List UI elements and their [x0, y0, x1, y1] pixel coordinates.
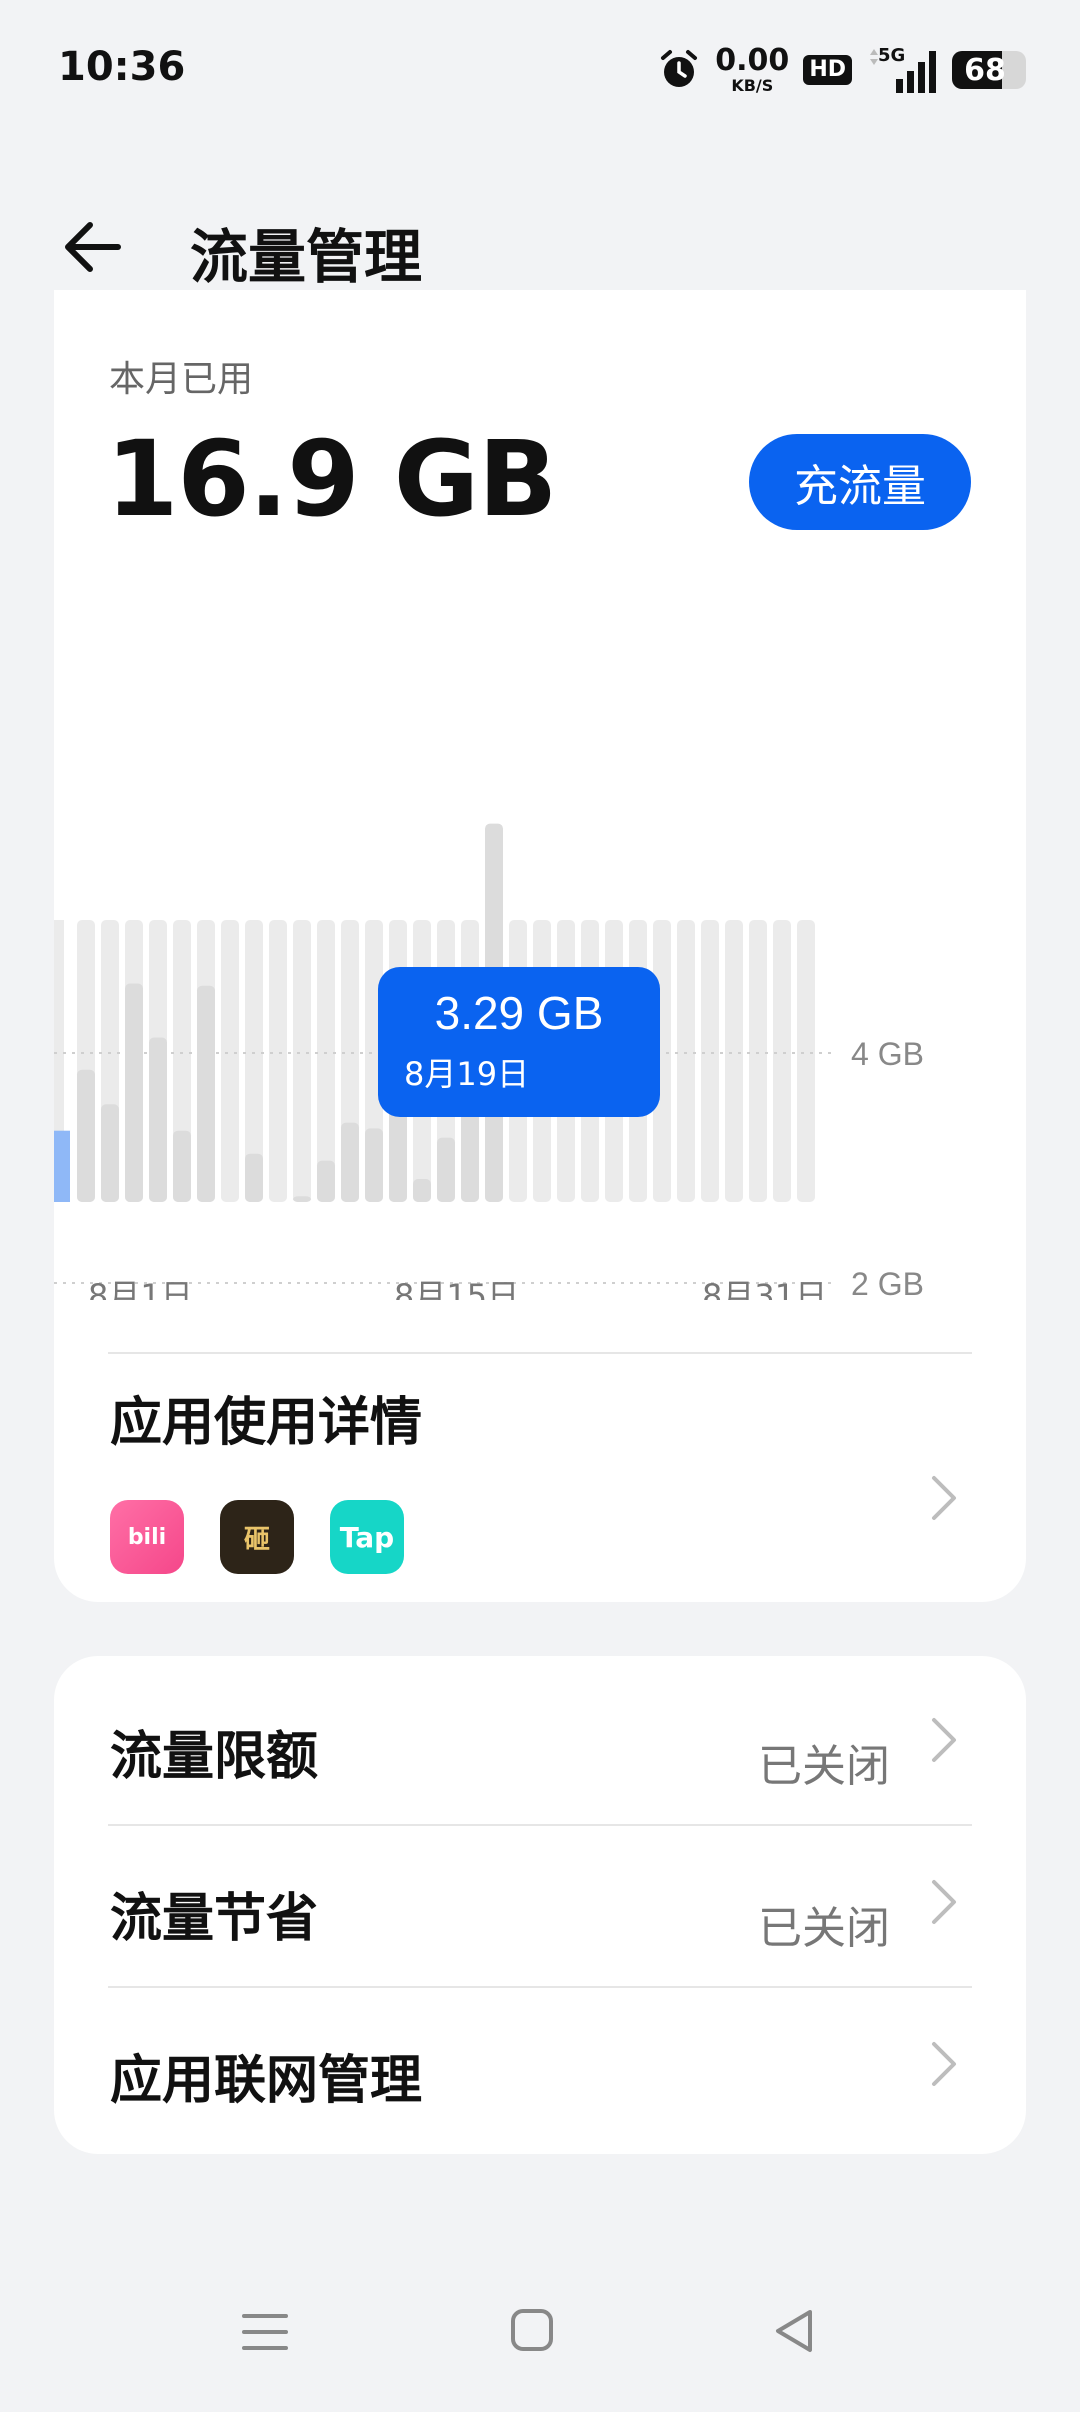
- chart-bar-background: [725, 920, 743, 1202]
- monthly-usage-value: 16.9 GB: [106, 418, 557, 540]
- chart-bar[interactable]: [413, 1179, 431, 1202]
- chart-y-tick-label: 2 GB: [851, 1266, 924, 1300]
- chart-bar[interactable]: [365, 1128, 383, 1202]
- network-speed-unit: KB/S: [731, 76, 774, 95]
- app-icons: bili 砸 Tap: [110, 1500, 404, 1574]
- chart-x-tick-label: 8月1日: [88, 1277, 193, 1300]
- chart-bar-background: [773, 920, 791, 1202]
- network-speed-value: 0.00: [715, 43, 790, 78]
- data-saver-status: 已关闭: [758, 1903, 890, 1954]
- chart-bar[interactable]: [197, 985, 215, 1202]
- alarm-icon: [661, 50, 698, 87]
- network-speed: 0.00 KB/S: [715, 46, 789, 94]
- chart-bar[interactable]: [317, 1160, 335, 1202]
- data-limit-row[interactable]: 流量限额 已关闭: [54, 1664, 1026, 1826]
- chart-bar[interactable]: [245, 1153, 263, 1202]
- bilibili-app-icon: bili: [110, 1500, 184, 1574]
- battery-icon: 68: [952, 51, 1026, 89]
- chart-bar-background: [749, 920, 767, 1202]
- chevron-right-icon: [932, 1880, 956, 1924]
- chart-tooltip-date: 8月19日: [404, 1055, 529, 1093]
- chart-bar-previous-month: [54, 1130, 70, 1202]
- status-time: 10:36: [58, 44, 186, 90]
- chart-bar-background: [317, 920, 335, 1202]
- status-bar: 10:36 0.00 KB/S HD 5G 68: [0, 0, 1080, 140]
- bilibili-icon-text: bili: [127, 1524, 167, 1550]
- chart-y-tick-label: 4 GB: [851, 1036, 924, 1072]
- chevron-right-icon: [932, 2042, 956, 2086]
- app-network-management-row[interactable]: 应用联网管理: [54, 1988, 1026, 2150]
- data-saver-row[interactable]: 流量节省 已关闭: [54, 1826, 1026, 1988]
- battery-level: 68: [964, 52, 1006, 88]
- chart-bar-background: [269, 920, 287, 1202]
- chart-bar-background: [797, 920, 815, 1202]
- chart-bar[interactable]: [77, 1069, 95, 1202]
- chart-bar[interactable]: [149, 1037, 167, 1202]
- chart-x-tick-label: 8月15日: [394, 1277, 519, 1300]
- monthly-usage-label: 本月已用: [109, 359, 254, 400]
- status-icons: 0.00 KB/S HD 5G 68: [657, 40, 1026, 100]
- chart-bar[interactable]: [293, 1196, 311, 1202]
- taptap-app-icon: Tap: [330, 1500, 404, 1574]
- daily-usage-chart[interactable]: 4 GB 2 GB 3.29 GB 8月19日 8月1日 8月15日 8月31日: [54, 600, 1026, 1300]
- taptap-icon-text: Tap: [339, 1520, 395, 1554]
- menu-icon[interactable]: [240, 2310, 290, 2354]
- chart-bar[interactable]: [101, 1104, 119, 1202]
- chevron-right-icon: [932, 1476, 956, 1520]
- chart-bar-background: [293, 920, 311, 1202]
- page-title: 流量管理: [190, 223, 423, 291]
- chart-bar-background: [677, 920, 695, 1202]
- chevron-right-icon: [932, 1718, 956, 1762]
- home-icon[interactable]: [508, 2306, 556, 2354]
- settings-card: 流量限额 已关闭 流量节省 已关闭 应用联网管理: [54, 1656, 1026, 2154]
- app-network-management-title: 应用联网管理: [110, 2051, 423, 2111]
- chart-bar[interactable]: [437, 1137, 455, 1202]
- system-navigation-bar: [0, 2252, 1080, 2412]
- signal-icon: 5G: [866, 45, 938, 95]
- data-limit-status: 已关闭: [758, 1741, 890, 1792]
- battery-indicator: 68: [952, 51, 1026, 89]
- game-app-icon: 砸: [220, 1500, 294, 1574]
- chart-tooltip-value: 3.29 GB: [435, 987, 604, 1039]
- game-icon-text: 砸: [243, 1524, 270, 1555]
- recharge-button[interactable]: 充流量: [749, 434, 971, 530]
- data-saver-title: 流量节省: [110, 1889, 319, 1949]
- app-usage-details-row[interactable]: 应用使用详情 bili 砸 Tap: [54, 1350, 1026, 1602]
- hd-badge: HD: [803, 55, 852, 85]
- chart-bar-background: [701, 920, 719, 1202]
- chart-bar[interactable]: [341, 1122, 359, 1202]
- chart-bar[interactable]: [125, 983, 143, 1203]
- back-arrow-icon[interactable]: [56, 210, 130, 284]
- back-triangle-icon[interactable]: [770, 2306, 818, 2356]
- chart-x-tick-label: 8月31日: [702, 1277, 827, 1300]
- chart-bar-background: [221, 920, 239, 1202]
- chart-bar[interactable]: [173, 1130, 191, 1202]
- data-limit-title: 流量限额: [110, 1727, 319, 1787]
- app-usage-title: 应用使用详情: [110, 1393, 423, 1453]
- usage-card: 本月已用 16.9 GB 充流量 4 GB 2 GB 3.29 GB 8月19日 8月1…: [54, 290, 1026, 1602]
